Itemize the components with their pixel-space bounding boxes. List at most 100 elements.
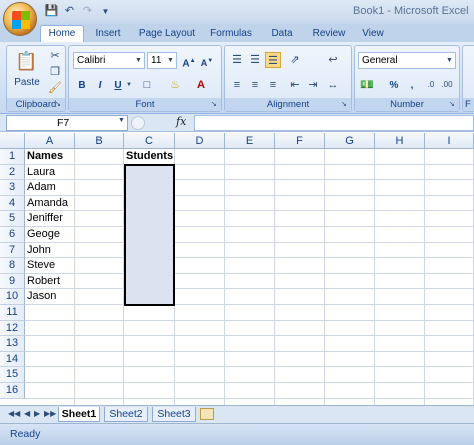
cell-a7[interactable]: John xyxy=(25,243,75,258)
comma-button[interactable]: , xyxy=(405,77,419,94)
office-button[interactable] xyxy=(3,2,37,36)
row-header[interactable]: 3 xyxy=(0,180,25,196)
increase-decimal-icon[interactable]: .0 xyxy=(423,77,439,93)
row-header[interactable]: 11 xyxy=(0,305,25,321)
decrease-indent-icon[interactable]: ⇤ xyxy=(287,77,303,93)
first-sheet-icon[interactable]: ◀◀ xyxy=(8,409,20,418)
italic-button[interactable]: I xyxy=(93,77,107,94)
sheet-tab-sheet1[interactable]: Sheet1 xyxy=(58,407,100,422)
cell-a5[interactable]: Jeniffer xyxy=(25,211,75,226)
cell-a3[interactable]: Adam xyxy=(25,180,75,195)
tab-insert[interactable]: Insert xyxy=(88,26,128,42)
cell-a6[interactable]: Geoge xyxy=(25,227,75,242)
row-header[interactable]: 7 xyxy=(0,242,25,259)
align-top-icon[interactable]: ☰ xyxy=(229,52,245,68)
chevron-down-icon[interactable]: ▼ xyxy=(118,117,125,124)
borders-icon[interactable]: □ xyxy=(139,77,155,93)
column-header[interactable]: A xyxy=(25,133,75,149)
tab-data[interactable]: Data xyxy=(264,26,300,42)
row-header[interactable]: 5 xyxy=(0,211,25,227)
dialog-launcher-icon[interactable]: ↘ xyxy=(341,101,349,109)
column-header[interactable]: C xyxy=(124,133,175,149)
save-icon[interactable]: 💾 xyxy=(44,4,59,19)
paste-icon[interactable]: 📋 xyxy=(15,49,37,73)
redo-icon[interactable]: ↷ xyxy=(80,4,95,19)
insert-function-button[interactable]: fx xyxy=(176,115,186,128)
row-header[interactable]: 16 xyxy=(0,383,25,399)
decrease-decimal-icon[interactable]: .00 xyxy=(439,77,455,93)
sheet-tab-sheet2[interactable]: Sheet2 xyxy=(104,407,148,422)
cell-a2[interactable]: Laura xyxy=(25,165,75,180)
tab-page-layout[interactable]: Page Layout xyxy=(136,26,198,42)
row-header[interactable]: 2 xyxy=(0,164,25,181)
row-header[interactable]: 12 xyxy=(0,320,25,337)
row-header[interactable]: 1 xyxy=(0,149,25,165)
increase-indent-icon[interactable]: ⇥ xyxy=(305,77,321,93)
paste-button[interactable]: Paste xyxy=(11,74,43,91)
align-middle-icon[interactable]: ☰ xyxy=(247,52,263,68)
tab-review[interactable]: Review xyxy=(308,26,350,42)
undo-icon[interactable]: ↶ xyxy=(62,4,77,19)
column-header[interactable]: I xyxy=(425,133,474,149)
cell-a4[interactable]: Amanda xyxy=(25,196,75,211)
select-all-corner[interactable] xyxy=(0,133,25,149)
underline-button[interactable]: U xyxy=(111,77,125,94)
row-header[interactable]: 15 xyxy=(0,367,25,383)
bold-button[interactable]: B xyxy=(75,77,89,94)
sheet-tab-sheet3[interactable]: Sheet3 xyxy=(152,407,196,422)
align-bottom-icon[interactable]: ☰ xyxy=(265,52,281,68)
align-left-icon[interactable]: ≡ xyxy=(229,77,245,93)
cell-a1[interactable]: Names xyxy=(25,149,75,164)
row-header[interactable]: 8 xyxy=(0,258,25,274)
cell-a10[interactable]: Jason xyxy=(25,289,75,304)
row-header[interactable]: 6 xyxy=(0,227,25,243)
row-header[interactable]: 10 xyxy=(0,289,25,305)
orientation-icon[interactable]: ⇗ xyxy=(287,52,303,68)
tab-formulas[interactable]: Formulas xyxy=(206,26,256,42)
cut-icon[interactable]: ✂ xyxy=(47,48,63,64)
name-box[interactable]: F7 xyxy=(6,115,128,131)
cell-a8[interactable]: Steve xyxy=(25,258,75,273)
cell-a9[interactable]: Robert xyxy=(25,274,75,289)
worksheet-grid[interactable]: A B C D E F G H I 1 2 3 4 5 6 7 8 9 10 11 12 13 14 15 16 Names Stu… xyxy=(0,133,474,405)
next-sheet-icon[interactable]: ▶ xyxy=(34,409,40,418)
font-size-select[interactable]: 11 ▼ xyxy=(147,52,177,69)
column-header[interactable]: D xyxy=(175,133,225,149)
cell-c1[interactable]: Students xyxy=(124,149,175,164)
copy-icon[interactable]: ❐ xyxy=(47,64,63,80)
tab-view[interactable]: View xyxy=(356,26,390,42)
dialog-launcher-icon[interactable]: ↘ xyxy=(449,101,457,109)
tab-home[interactable]: Home xyxy=(40,25,84,43)
selected-range[interactable] xyxy=(124,163,175,306)
row-header[interactable]: 13 xyxy=(0,336,25,352)
column-header[interactable]: E xyxy=(225,133,275,149)
currency-icon[interactable]: 💵 xyxy=(359,77,375,93)
column-header[interactable]: H xyxy=(375,133,425,149)
insert-sheet-icon[interactable] xyxy=(200,408,214,420)
font-name-select[interactable]: Calibri ▼ xyxy=(73,52,145,69)
font-color-icon[interactable]: A xyxy=(193,77,209,93)
last-sheet-icon[interactable]: ▶▶ xyxy=(44,409,56,418)
formula-input[interactable] xyxy=(194,115,474,131)
percent-button[interactable]: % xyxy=(387,77,401,94)
underline-dropdown-icon[interactable]: ▼ xyxy=(125,77,133,93)
align-center-icon[interactable]: ≡ xyxy=(247,77,263,93)
prev-sheet-icon[interactable]: ◀ xyxy=(24,409,30,418)
row-header[interactable]: 14 xyxy=(0,351,25,368)
column-header[interactable]: F xyxy=(275,133,325,149)
number-format-select[interactable]: General ▼ xyxy=(358,52,456,69)
row-header[interactable]: 4 xyxy=(0,195,25,212)
align-right-icon[interactable]: ≡ xyxy=(265,77,281,93)
shrink-font-button[interactable]: A▼ xyxy=(199,53,215,72)
column-header[interactable]: G xyxy=(325,133,375,149)
format-painter-icon[interactable]: 🖌 xyxy=(47,80,63,96)
row-header[interactable]: 9 xyxy=(0,273,25,290)
chevron-down-icon[interactable]: ▼ xyxy=(98,4,113,19)
merge-center-icon[interactable]: ↔ xyxy=(325,77,341,93)
dialog-launcher-icon[interactable]: ↘ xyxy=(211,101,219,109)
grow-font-button[interactable]: A▲ xyxy=(181,53,197,72)
wrap-text-icon[interactable]: ↩ xyxy=(325,52,341,68)
fill-color-icon[interactable]: ♨ xyxy=(167,77,183,93)
column-header[interactable]: B xyxy=(75,133,124,149)
dialog-launcher-icon[interactable]: ↘ xyxy=(55,101,63,109)
